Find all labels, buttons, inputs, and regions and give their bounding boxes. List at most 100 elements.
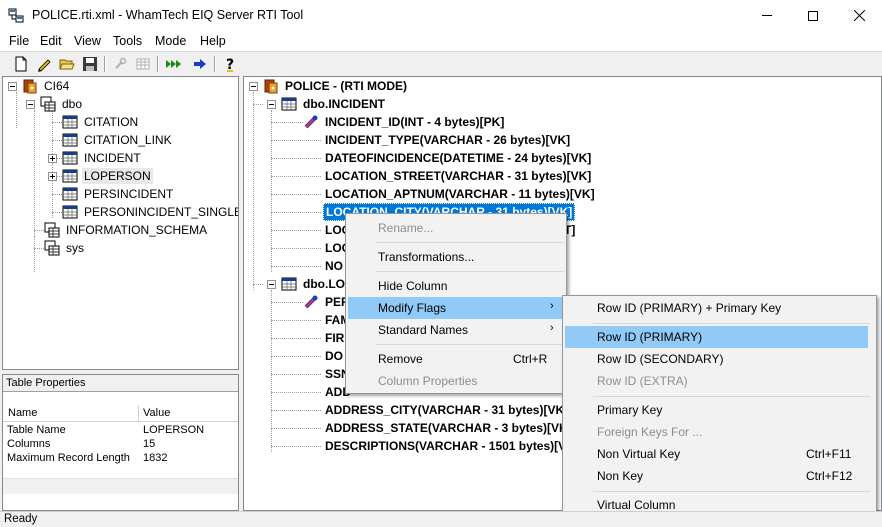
property-row[interactable]: Table Name LOPERSON [3, 424, 238, 438]
expand-toggle[interactable] [48, 154, 57, 163]
tree-node-schema[interactable]: sys [44, 239, 86, 257]
tree-node-table[interactable]: dbo.LO [281, 275, 347, 293]
tree-node-column[interactable]: INCIDENT_TYPE(VARCHAR - 26 bytes)[VK] [323, 131, 572, 149]
app-icon [8, 8, 24, 23]
tree-line [271, 176, 321, 177]
collapse-toggle[interactable] [267, 100, 276, 109]
tree-line [271, 446, 321, 447]
menu-view[interactable]: View [74, 34, 101, 48]
horizontal-scrollbar[interactable] [3, 478, 238, 494]
menu-edit[interactable]: Edit [40, 34, 62, 48]
column-header-value[interactable]: Value [143, 407, 170, 419]
collapse-toggle[interactable] [26, 100, 35, 109]
menu-item-label: Primary Key [597, 403, 663, 417]
tree-node-table[interactable]: CITATION [62, 113, 140, 131]
menu-item-row-id-extra[interactable]: Row ID (EXTRA) [565, 370, 874, 392]
tree-node-label: DESCRIPTIONS(VARCHAR - 1501 bytes)[VK] [325, 439, 579, 453]
menu-file[interactable]: File [9, 34, 29, 48]
run-all-button[interactable] [164, 55, 182, 73]
tree-node-dbo[interactable]: dbo [40, 95, 84, 113]
open-button[interactable] [58, 55, 76, 73]
tree-line [253, 92, 254, 290]
menu-tools[interactable]: Tools [113, 34, 142, 48]
tree-node-label: LOCATION_STREET(VARCHAR - 31 bytes)[VK] [325, 169, 592, 183]
menu-item-standard-names[interactable]: Standard Names › [348, 319, 564, 341]
collapse-toggle[interactable] [249, 82, 258, 91]
collapse-toggle[interactable] [267, 280, 276, 289]
tree-node-table[interactable]: dbo.INCIDENT [281, 95, 387, 113]
close-button[interactable] [836, 0, 882, 31]
help-button[interactable]: ? [221, 55, 239, 73]
new-button[interactable] [12, 55, 30, 73]
tree-node-schema[interactable]: INFORMATION_SCHEMA [44, 221, 209, 239]
source-tree[interactable]: CI64 dbo CITATION CITATION_LINK INCIDENT… [2, 76, 239, 370]
tree-node-column[interactable]: ADDRESS_CITY(VARCHAR - 31 bytes)[VK] [323, 401, 570, 419]
tree-node-table[interactable]: PERSONINCIDENT_SINGLE [62, 203, 238, 221]
menu-item-primary-key[interactable]: Primary Key [565, 399, 874, 421]
menu-item-row-id-secondary[interactable]: Row ID (SECONDARY) [565, 348, 874, 370]
tree-line [34, 248, 44, 249]
tree-line [271, 266, 321, 267]
collapse-toggle[interactable] [8, 82, 17, 91]
maximize-button[interactable] [790, 0, 836, 31]
menu-item-foreign-keys[interactable]: Foreign Keys For ... [565, 421, 874, 443]
column-header-name[interactable]: Name [8, 407, 37, 419]
menu-separator [593, 491, 870, 492]
tree-node-column[interactable]: ADDRESS_STATE(VARCHAR - 3 bytes)[VK] [323, 419, 574, 437]
edit-button[interactable] [35, 55, 53, 73]
menu-item-column-properties[interactable]: Column Properties [348, 370, 564, 392]
menu-item-non-virtual-key[interactable]: Non Virtual Key Ctrl+F11 [565, 443, 874, 465]
grid-button[interactable] [134, 55, 152, 73]
tree-node-police[interactable]: POLICE - (RTI MODE) [263, 77, 409, 95]
menu-item-rename[interactable]: Rename... [348, 217, 564, 239]
tree-node-table[interactable]: PERSINCIDENT [62, 185, 175, 203]
tree-node-column[interactable]: LOCATION_STREET(VARCHAR - 31 bytes)[VK] [323, 167, 593, 185]
tree-node-column[interactable]: DATEOFINCIDENCE(DATETIME - 24 bytes)[VK] [323, 149, 593, 167]
tree-node-column-key[interactable]: INCIDENT_ID(INT - 4 bytes)[PK] [303, 113, 506, 131]
submenu-arrow-icon: › [550, 322, 554, 334]
tree-node-column[interactable]: NO [323, 257, 345, 275]
tool-button[interactable] [111, 55, 129, 73]
tree-line [271, 158, 321, 159]
tree-node-column[interactable]: LOCATION_APTNUM(VARCHAR - 11 bytes)[VK] [323, 185, 597, 203]
menu-item-remove[interactable]: Remove Ctrl+R [348, 348, 564, 370]
menu-item-row-id-primary[interactable]: Row ID (PRIMARY) [565, 326, 868, 348]
menu-item-modify-flags[interactable]: Modify Flags › [348, 297, 564, 319]
menu-item-hide-column[interactable]: Hide Column [348, 275, 564, 297]
menu-item-label: Non Virtual Key [597, 447, 681, 461]
tree-line [271, 320, 321, 321]
tree-node-table[interactable]: INCIDENT [62, 149, 143, 167]
tree-node-column[interactable]: DESCRIPTIONS(VARCHAR - 1501 bytes)[VK] [323, 437, 581, 455]
expand-toggle[interactable] [48, 172, 57, 181]
tree-node-table-selected[interactable]: LOPERSON [62, 167, 153, 185]
menu-item-transformations[interactable]: Transformations... [348, 246, 564, 268]
menu-item-row-id-primary-pk[interactable]: Row ID (PRIMARY) + Primary Key [565, 297, 874, 319]
property-row[interactable]: Maximum Record Length 1832 [3, 452, 238, 466]
tree-line [52, 194, 62, 195]
tree-line [271, 212, 321, 213]
property-name: Table Name [7, 424, 66, 436]
minimize-button[interactable] [744, 0, 790, 31]
tree-node-table[interactable]: CITATION_LINK [62, 131, 174, 149]
header-divider[interactable] [138, 405, 139, 422]
run-button[interactable] [191, 55, 209, 73]
menu-item-label: Rename... [378, 221, 434, 235]
menu-item-non-key[interactable]: Non Key Ctrl+F12 [565, 465, 874, 487]
menu-item-label: Hide Column [378, 279, 448, 293]
menu-item-label: Non Key [597, 469, 644, 483]
tree-node-label: DATEOFINCIDENCE(DATETIME - 24 bytes)[VK] [325, 151, 592, 165]
menu-mode[interactable]: Mode [155, 34, 186, 48]
tree-node-column[interactable]: FIR [323, 329, 346, 347]
save-button[interactable] [81, 55, 99, 73]
property-row[interactable]: Columns 15 [3, 438, 238, 452]
new-icon [15, 56, 27, 72]
menu-help[interactable]: Help [200, 34, 226, 48]
tree-line [34, 110, 35, 254]
toolbar-separator [104, 56, 106, 72]
tree-node-ci64[interactable]: CI64 [22, 77, 71, 95]
tree-node-column[interactable]: DO [323, 347, 345, 365]
tree-node-label: NO [325, 259, 343, 273]
menu-separator [376, 242, 564, 243]
property-value: LOPERSON [143, 424, 205, 436]
tree-line [271, 392, 321, 393]
